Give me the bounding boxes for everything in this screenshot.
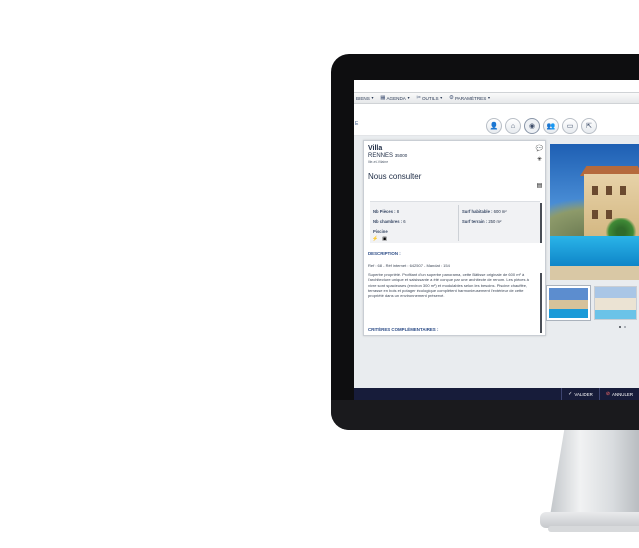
- specs-scrollbar[interactable]: [540, 203, 542, 243]
- price: Nous consulter: [368, 172, 422, 181]
- validate-label: VALIDER: [574, 391, 593, 397]
- reference-line: Ref : 68 - Réf internet : 642507 - Manda…: [368, 263, 450, 268]
- gear-icon: ⚙: [449, 95, 454, 101]
- carousel-dots: [619, 326, 626, 328]
- surf-habitable-label: Surf habitable :: [462, 209, 493, 214]
- feature-icons: ⚡ ▣: [372, 236, 387, 242]
- menu-item-label: AGENDA: [386, 95, 406, 101]
- main-photo[interactable]: [550, 144, 639, 280]
- menu-item-parametres[interactable]: ⚙ PARAMÈTRES ▼: [449, 95, 491, 101]
- comment-icon[interactable]: 💬: [535, 144, 544, 152]
- menu-item-outils[interactable]: ✂ OUTILS ▼: [416, 95, 443, 101]
- description-title: DESCRIPTION :: [368, 251, 401, 256]
- specs-divider: [458, 205, 459, 241]
- zip-code: 35000: [394, 153, 408, 158]
- caret-down-icon: ▼: [439, 96, 444, 100]
- caret-down-icon: ▼: [370, 96, 375, 100]
- cancel-icon: ⊘: [605, 391, 611, 397]
- home-icon[interactable]: ⌂: [505, 118, 521, 134]
- thumbnail-2[interactable]: [594, 286, 637, 320]
- pinwheel-icon[interactable]: ✳: [535, 155, 544, 163]
- piscine-label: Piscine: [373, 229, 388, 234]
- department: Ille-et-Vilaine: [368, 160, 389, 164]
- photo-pool: [550, 236, 639, 270]
- listing-card: Villa RENNES 35000 Ille-et-Vilaine Nous …: [363, 140, 546, 336]
- pieces-value: 8: [396, 209, 400, 214]
- calendar-icon: ▦: [380, 95, 386, 101]
- subbar-left-label: E: [355, 121, 359, 127]
- photo-window: [592, 210, 598, 219]
- property-type: Villa: [368, 145, 383, 152]
- carousel-dot[interactable]: [624, 326, 626, 328]
- description-scrollbar[interactable]: [540, 273, 542, 333]
- property-city: RENNES 35000: [368, 153, 407, 159]
- specs-left: Nb Pièces : 8 Nb chambres : 6 Piscine: [373, 207, 406, 237]
- main-content: Villa RENNES 35000 Ille-et-Vilaine Nous …: [354, 136, 639, 388]
- menu-item-agenda[interactable]: ▦ AGENDA ▼: [380, 95, 410, 101]
- menu-item-label: BIENS: [356, 95, 370, 101]
- view-toolbar: 👤 ⌂ ◉ 👥 ▭ ⇱: [486, 118, 597, 134]
- menu-item-label: OUTILS: [421, 95, 439, 101]
- surf-terrain-label: Surf terrain :: [462, 219, 488, 224]
- photo-icon: ▣: [382, 236, 387, 242]
- cancel-label: ANNULER: [612, 391, 633, 397]
- specs-right: Surf habitable : 600 m² Surf terrain : 2…: [462, 207, 507, 227]
- tools-icon: ✂: [416, 95, 421, 101]
- photo-window: [592, 186, 598, 195]
- user-icon[interactable]: 👤: [486, 118, 502, 134]
- sub-toolbar: E 👤 ⌂ ◉ 👥 ▭ ⇱: [354, 108, 639, 136]
- surf-terrain-value: 250 m²: [488, 219, 502, 224]
- monitor-base-shadow: [548, 526, 639, 532]
- action-footer: ✓ VALIDER ⊘ ANNULER: [354, 388, 639, 400]
- menu-item-biens[interactable]: BIENS ▼: [356, 96, 374, 101]
- pieces-label: Nb Pièces :: [373, 209, 396, 214]
- specs-panel: Nb Pièces : 8 Nb chambres : 6 Piscine Su…: [370, 201, 540, 243]
- check-icon: ✓: [568, 391, 573, 397]
- energy-icon: ⚡: [372, 236, 379, 242]
- monitor-chin: [331, 400, 639, 430]
- description-text: Superbe propriété. Profitant d'un superb…: [368, 272, 529, 299]
- monitor-icon[interactable]: ▭: [562, 118, 578, 134]
- calculator-icon[interactable]: ▤: [535, 181, 544, 189]
- caret-down-icon: ▼: [406, 96, 411, 100]
- people-icon[interactable]: 👥: [543, 118, 559, 134]
- menu-item-label: PARAMÈTRES: [454, 95, 487, 101]
- surf-habitable-value: 600 m²: [493, 209, 507, 214]
- photo-window: [620, 186, 626, 195]
- export-icon[interactable]: ⇱: [581, 118, 597, 134]
- city-name: RENNES: [368, 153, 394, 159]
- caret-down-icon: ▼: [487, 96, 491, 100]
- listing-view-icon[interactable]: ◉: [524, 118, 540, 134]
- criteria-title: CRITÈRES COMPLÉMENTAIRES :: [368, 327, 439, 332]
- thumbnail-1[interactable]: [547, 286, 590, 320]
- photo-deck: [550, 266, 639, 280]
- chambres-label: Nb chambres :: [373, 219, 403, 224]
- cancel-button[interactable]: ⊘ ANNULER: [598, 388, 639, 400]
- validate-button[interactable]: ✓ VALIDER: [561, 388, 599, 400]
- chambres-value: 6: [403, 219, 406, 224]
- photo-window: [606, 186, 612, 195]
- app-screen: BIENS ▼ ▦ AGENDA ▼ ✂ OUTILS ▼ ⚙ PARAMÈTR…: [354, 80, 639, 400]
- menu-bar: BIENS ▼ ▦ AGENDA ▼ ✂ OUTILS ▼ ⚙ PARAMÈTR…: [354, 92, 639, 104]
- photo-thumbnails: [547, 286, 637, 320]
- carousel-dot[interactable]: [619, 326, 621, 328]
